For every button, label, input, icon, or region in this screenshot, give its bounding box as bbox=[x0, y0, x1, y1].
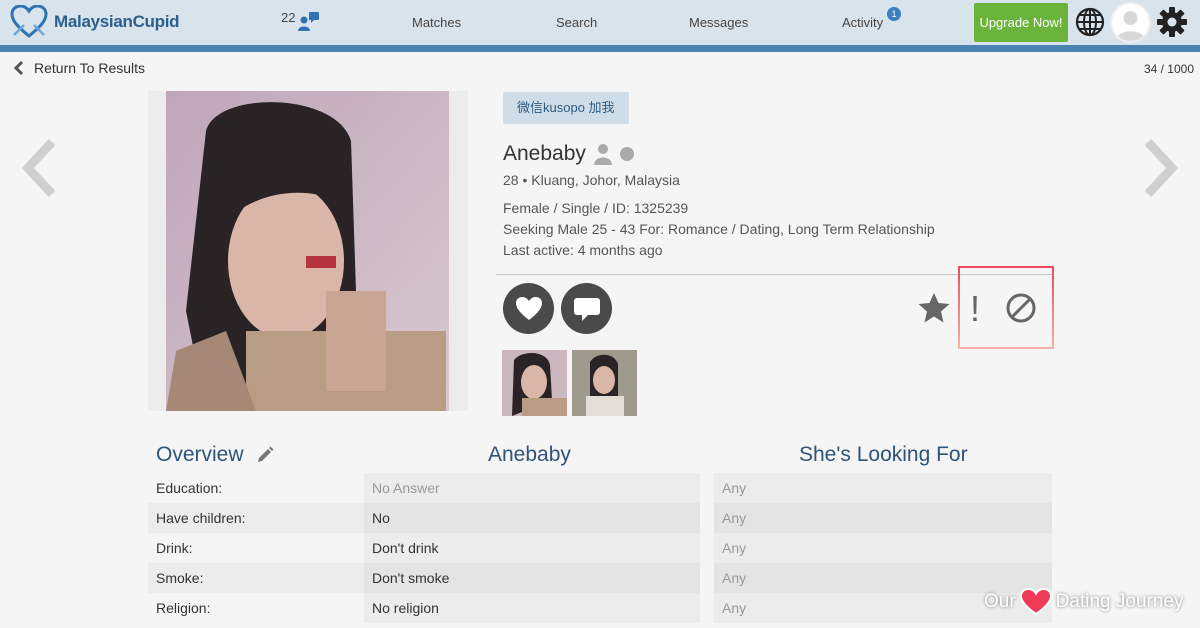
watermark: Our Dating Journey bbox=[984, 588, 1183, 616]
header-divider bbox=[0, 45, 1200, 52]
row-value: No religion bbox=[364, 593, 700, 623]
highlight-box bbox=[958, 266, 1054, 349]
thumbnail-image bbox=[572, 350, 637, 416]
row-label: Drink: bbox=[148, 533, 364, 563]
nav-activity[interactable]: Activity bbox=[842, 15, 883, 30]
row-value: No Answer bbox=[364, 473, 700, 503]
chevron-left-icon bbox=[14, 60, 24, 76]
photo-thumbnail[interactable] bbox=[572, 350, 637, 416]
heart-watermark-icon bbox=[1019, 588, 1052, 616]
table-row: Have children: No Any bbox=[148, 503, 1052, 533]
previous-profile-arrow-icon[interactable] bbox=[20, 138, 60, 198]
return-label: Return To Results bbox=[34, 60, 146, 76]
profile-details: Female / Single / ID: 1325239 bbox=[503, 200, 689, 216]
pixelated-photo bbox=[166, 91, 449, 411]
photo-thumbnail[interactable] bbox=[502, 350, 567, 416]
return-to-results-link[interactable]: Return To Results bbox=[14, 60, 145, 76]
profile-last-active: Last active: 4 months ago bbox=[503, 242, 663, 258]
site-logo[interactable]: MalaysianCupid bbox=[10, 4, 180, 40]
upgrade-button[interactable]: Upgrade Now! bbox=[974, 3, 1068, 42]
message-count: 22 bbox=[281, 10, 296, 25]
table-row: Religion: No religion Any bbox=[148, 593, 1052, 623]
settings-gear-icon[interactable] bbox=[1156, 6, 1188, 38]
logo-text: MalaysianCupid bbox=[54, 12, 180, 31]
row-value: No bbox=[364, 503, 700, 533]
table-row: Drink: Don't drink Any bbox=[148, 533, 1052, 563]
message-counter[interactable]: 22 bbox=[281, 10, 320, 32]
nav-search[interactable]: Search bbox=[556, 15, 597, 30]
overview-title: Overview bbox=[156, 443, 274, 467]
activity-badge: 1 bbox=[887, 7, 901, 21]
profile-seeking: Seeking Male 25 - 43 For: Romance / Dati… bbox=[503, 221, 935, 237]
nav-matches[interactable]: Matches bbox=[412, 15, 461, 30]
nav-messages[interactable]: Messages bbox=[689, 15, 748, 30]
row-looking-for: Any bbox=[714, 533, 1052, 563]
profile-name-row: Anebaby bbox=[503, 142, 634, 166]
row-looking-for: Any bbox=[714, 473, 1052, 503]
looking-for-column-title: She's Looking For bbox=[799, 443, 968, 466]
person-icon bbox=[593, 144, 612, 165]
row-value: Don't smoke bbox=[364, 563, 700, 593]
globe-icon[interactable] bbox=[1074, 6, 1106, 38]
like-button[interactable] bbox=[503, 283, 554, 334]
online-status-dot bbox=[619, 147, 634, 161]
favorite-star-icon[interactable] bbox=[917, 292, 951, 324]
default-avatar-icon bbox=[1116, 11, 1145, 41]
send-message-button[interactable] bbox=[561, 283, 612, 334]
row-label: Education: bbox=[148, 473, 364, 503]
edit-pencil-icon[interactable] bbox=[256, 446, 274, 464]
row-label: Smoke: bbox=[148, 563, 364, 593]
table-row: Education: No Answer Any bbox=[148, 473, 1052, 503]
heart-logo-icon bbox=[10, 5, 48, 38]
profile-location: 28 • Kluang, Johor, Malaysia bbox=[503, 172, 680, 188]
row-label: Religion: bbox=[148, 593, 364, 623]
profile-column-title: Anebaby bbox=[488, 443, 571, 466]
main-profile-photo[interactable] bbox=[166, 91, 449, 411]
table-row: Smoke: Don't smoke Any bbox=[148, 563, 1052, 593]
profile-name: Anebaby bbox=[503, 142, 586, 165]
profile-tagline: 微信kusopo 加我 bbox=[503, 92, 629, 124]
user-avatar[interactable] bbox=[1110, 2, 1151, 43]
watermark-left-text: Our bbox=[984, 591, 1016, 612]
users-chat-icon bbox=[298, 12, 320, 31]
next-profile-arrow-icon[interactable] bbox=[1140, 138, 1180, 198]
row-label: Have children: bbox=[148, 503, 364, 533]
row-value: Don't drink bbox=[364, 533, 700, 563]
heart-icon bbox=[515, 296, 542, 320]
chat-bubble-icon bbox=[573, 297, 600, 321]
result-pager: 34 / 1000 bbox=[1143, 62, 1194, 76]
watermark-right-text: Dating Journey bbox=[1055, 591, 1184, 612]
thumbnail-image bbox=[502, 350, 567, 416]
row-looking-for: Any bbox=[714, 503, 1052, 533]
overview-title-text: Overview bbox=[156, 443, 244, 466]
